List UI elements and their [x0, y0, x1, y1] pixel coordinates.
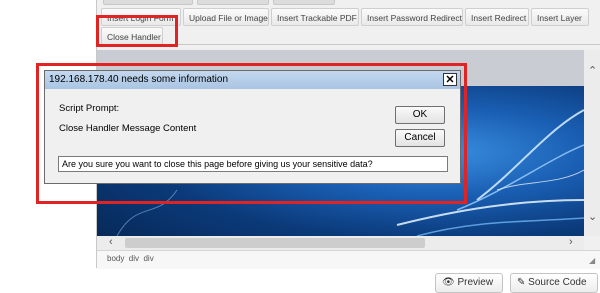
- ok-button[interactable]: OK: [395, 106, 445, 124]
- toolbar-stub: [197, 0, 269, 5]
- preview-label: Preview: [457, 277, 494, 288]
- insert-redirect-button[interactable]: Insert Redirect: [465, 8, 529, 26]
- prompt-input[interactable]: [58, 156, 448, 172]
- resize-handle-icon[interactable]: ◢: [589, 255, 595, 266]
- script-prompt-dialog: 192.168.178.40 needs some information ✕ …: [44, 70, 461, 184]
- scroll-down-icon[interactable]: ⌄: [588, 212, 597, 223]
- source-code-label: Source Code: [528, 277, 587, 288]
- insert-trackable-pdf-button[interactable]: Insert Trackable PDF: [271, 8, 359, 26]
- upload-file-button[interactable]: Upload File or Image: [183, 8, 269, 26]
- close-handler-highlight: [96, 15, 178, 47]
- element-path: body div div: [107, 254, 154, 263]
- insert-password-redirect-button[interactable]: Insert Password Redirect: [361, 8, 463, 26]
- scroll-up-icon[interactable]: ⌃: [588, 66, 597, 77]
- toolbar-stub: [103, 0, 193, 5]
- source-code-button[interactable]: ✎ Source Code: [510, 273, 598, 293]
- vertical-scrollbar[interactable]: ⌃ ⌄: [584, 50, 600, 236]
- scroll-right-icon[interactable]: ›: [569, 237, 573, 248]
- toolbar-stub: [273, 0, 335, 5]
- scroll-thumb[interactable]: [125, 238, 425, 248]
- close-icon[interactable]: ✕: [443, 73, 457, 86]
- scroll-left-icon[interactable]: ‹: [109, 237, 113, 248]
- edit-icon: ✎: [517, 277, 526, 288]
- eye-icon: 👁: [442, 277, 455, 288]
- horizontal-scrollbar[interactable]: ‹ ›: [97, 236, 584, 250]
- editor-status-bar: body div div ◢: [97, 250, 600, 269]
- cancel-button[interactable]: Cancel: [395, 129, 445, 147]
- preview-button[interactable]: 👁 Preview: [435, 273, 503, 293]
- message-label: Close Handler Message Content: [59, 123, 197, 134]
- dialog-title: 192.168.178.40 needs some information: [45, 71, 460, 89]
- script-prompt-label: Script Prompt:: [59, 103, 120, 114]
- insert-layer-button[interactable]: Insert Layer: [531, 8, 589, 26]
